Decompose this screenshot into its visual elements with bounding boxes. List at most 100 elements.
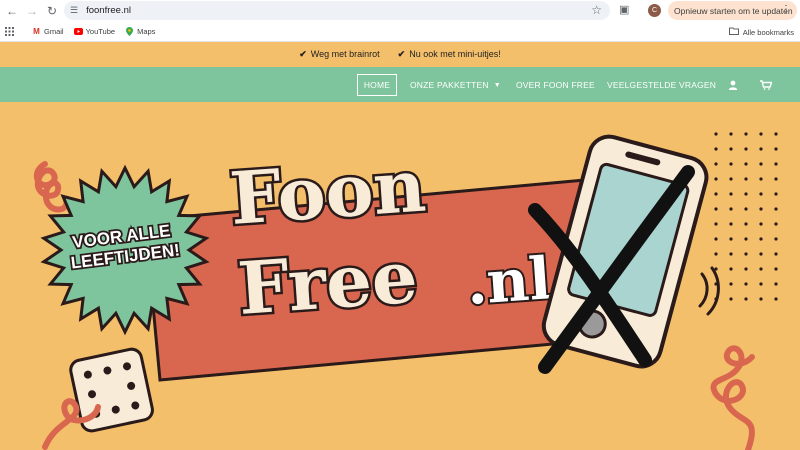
squiggle-decoration [33,161,70,213]
nav-faq-label: VEELGESTELDE VRAGEN [607,80,717,90]
avatar-letter: C [651,7,658,14]
dot [774,222,778,226]
bookmark-gmail[interactable]: M Gmail [32,27,63,36]
bookmark-label: YouTube [85,27,116,36]
bookmark-youtube[interactable]: YouTube [73,27,116,36]
all-bookmarks-button[interactable]: Alle bookmarks [728,27,794,37]
all-bookmarks-label: Alle bookmarks [742,27,794,37]
dot [744,222,748,226]
dot [759,297,763,301]
extensions-icon[interactable]: ▣ [619,3,633,17]
nav-home-label: HOME [363,80,391,90]
profile-avatar[interactable]: C [648,4,661,17]
dot [774,267,778,271]
dot [759,282,763,286]
dot [759,147,763,151]
nav-faq[interactable]: VEELGESTELDE VRAGEN [607,74,716,96]
dot [774,132,778,136]
update-label: Opnieuw starten om te updaten [674,5,793,16]
hero-banner: VOOR ALLE LEEFTIJDEN! Foon Free .nl [0,102,800,450]
gmail-icon: M [33,27,40,36]
nav-packages-label: ONZE PAKKETTEN [410,80,489,90]
check-icon: ✔ [397,49,406,59]
dot [729,162,733,166]
dot [744,252,748,256]
dot [714,252,718,256]
cart-icon[interactable] [760,74,772,96]
update-button[interactable]: Opnieuw starten om te updaten ⋮ [668,1,797,20]
dot [774,252,778,256]
nav-about[interactable]: OVER FOON FREE [516,74,595,96]
dot [744,207,748,211]
bookmarks-bar: M Gmail YouTube Maps Alle bookmarks [0,22,800,42]
dot [744,237,748,241]
dot [759,132,763,136]
dot [714,207,718,211]
check-icon: ✔ [299,49,307,59]
back-icon[interactable]: ← [4,3,20,19]
dot [729,267,733,271]
url-text: foonfree.nl [86,5,131,16]
vibration-lines [698,266,720,316]
menu-dots-icon[interactable]: ⋮ [781,4,791,15]
dot [744,177,748,181]
dot [744,267,748,271]
dot [759,162,763,166]
nav-packages[interactable]: ONZE PAKKETTEN ▼ [410,74,501,96]
dot [729,177,733,181]
dot [774,282,778,286]
user-icon[interactable] [728,74,738,96]
dot [774,177,778,181]
dot [744,282,748,286]
dot [774,162,778,166]
folder-icon [728,27,739,37]
dot [729,222,733,226]
dot-grid-decoration [714,132,778,301]
dot [759,252,763,256]
dot [759,207,763,211]
dot [729,252,733,256]
dot [714,132,718,136]
dot [744,147,748,151]
dot [774,207,778,211]
dot [774,147,778,151]
dot [729,237,733,241]
promo-text: Nu ook met mini-uitjes! [409,49,501,59]
promo-item: ✔ Nu ook met mini-uitjes! [398,49,501,60]
nav-home[interactable]: HOME [357,74,397,96]
reload-icon[interactable]: ↻ [44,3,60,19]
dot [744,132,748,136]
dot [714,162,718,166]
logo-foon: Foon [227,143,428,241]
dot [729,132,733,136]
dot [714,237,718,241]
logo-domain: .nl [464,244,553,318]
address-bar[interactable]: ☰ foonfree.nl ☆ [64,1,610,20]
bookmark-maps[interactable]: Maps [125,27,155,36]
dot [714,147,718,151]
bookmark-star-icon[interactable]: ☆ [591,3,602,17]
nav-about-label: OVER FOON FREE [516,80,595,90]
dot [774,192,778,196]
logo-free: Free [235,234,420,331]
site-info-icon[interactable]: ☰ [70,5,78,16]
promo-text: Weg met brainrot [310,49,380,59]
dot [729,282,733,286]
dot [774,237,778,241]
dot [759,192,763,196]
dot [759,177,763,181]
dot [759,237,763,241]
dot [729,297,733,301]
dot [714,192,718,196]
dot [714,177,718,181]
bookmark-label: Maps [137,27,156,36]
dot [774,297,778,301]
dot [744,192,748,196]
dot [714,222,718,226]
dot [729,192,733,196]
forward-icon[interactable]: → [24,3,40,19]
apps-grid-icon[interactable] [5,27,14,36]
dot [729,147,733,151]
caret-down-icon: ▼ [493,81,501,89]
squiggle-decoration [710,345,755,450]
